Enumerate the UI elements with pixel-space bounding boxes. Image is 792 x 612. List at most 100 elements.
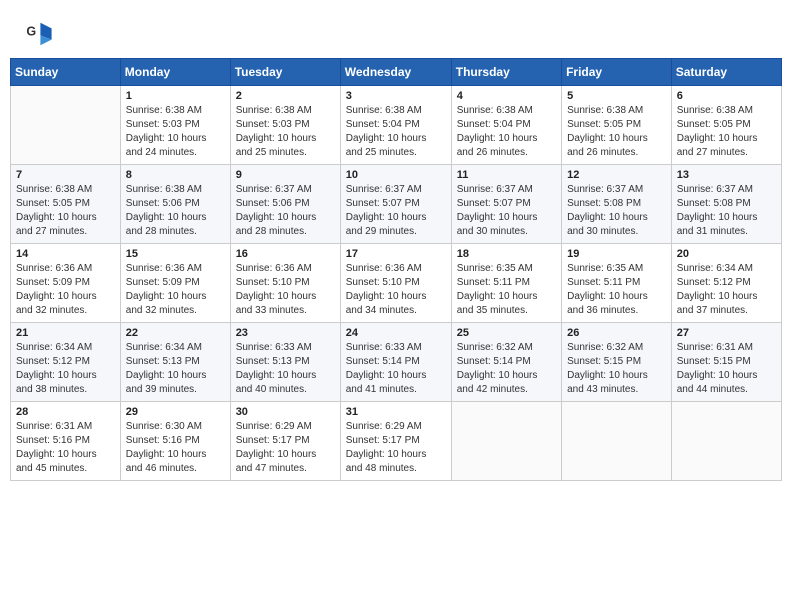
day-info: Sunrise: 6:29 AM Sunset: 5:17 PM Dayligh… bbox=[236, 420, 335, 476]
day-number: 26 bbox=[567, 327, 666, 339]
calendar-cell: 4Sunrise: 6:38 AM Sunset: 5:04 PM Daylig… bbox=[451, 86, 561, 165]
svg-text:G: G bbox=[26, 24, 36, 38]
page-header: G bbox=[10, 10, 782, 53]
day-number: 30 bbox=[236, 406, 335, 418]
calendar-week-row: 1 Sunrise: 6:38 AM Sunset: 5:03 PM Daylig… bbox=[11, 86, 782, 165]
day-number: 25 bbox=[457, 327, 556, 339]
calendar-cell: 22Sunrise: 6:34 AM Sunset: 5:13 PM Dayli… bbox=[120, 323, 230, 402]
calendar-cell: 17 Sunrise: 6:36 AM Sunset: 5:10 PM Dayli… bbox=[340, 244, 451, 323]
calendar-cell: 31 Sunrise: 6:29 AM Sunset: 5:17 PM Dayli… bbox=[340, 402, 451, 481]
calendar-week-row: 28 Sunrise: 6:31 AM Sunset: 5:16 PM Dayli… bbox=[11, 402, 782, 481]
day-info: Sunrise: 6:32 AM Sunset: 5:15 PM Dayligh… bbox=[567, 341, 666, 397]
logo-icon: G bbox=[25, 20, 53, 48]
day-number: 15 bbox=[126, 248, 225, 260]
calendar-table: SundayMondayTuesdayWednesdayThursdayFrid… bbox=[10, 58, 782, 481]
calendar-cell: 24Sunrise: 6:33 AM Sunset: 5:14 PM Dayli… bbox=[340, 323, 451, 402]
day-info: Sunrise: 6:34 AM Sunset: 5:12 PM Dayligh… bbox=[677, 262, 776, 318]
day-info: Sunrise: 6:36 AM Sunset: 5:09 PM Dayligh… bbox=[126, 262, 225, 318]
day-info: Sunrise: 6:37 AM Sunset: 5:06 PM Dayligh… bbox=[236, 183, 335, 239]
logo: G bbox=[25, 20, 57, 48]
day-info: Sunrise: 6:37 AM Sunset: 5:08 PM Dayligh… bbox=[677, 183, 776, 239]
day-number: 7 bbox=[16, 169, 115, 181]
day-number: 23 bbox=[236, 327, 335, 339]
day-info: Sunrise: 6:33 AM Sunset: 5:13 PM Dayligh… bbox=[236, 341, 335, 397]
calendar-week-row: 7Sunrise: 6:38 AM Sunset: 5:05 PM Daylig… bbox=[11, 165, 782, 244]
calendar-cell: 16 Sunrise: 6:36 AM Sunset: 5:10 PM Dayli… bbox=[230, 244, 340, 323]
day-info: Sunrise: 6:31 AM Sunset: 5:16 PM Dayligh… bbox=[16, 420, 115, 476]
calendar-cell: 11 Sunrise: 6:37 AM Sunset: 5:07 PM Dayli… bbox=[451, 165, 561, 244]
day-number: 8 bbox=[126, 169, 225, 181]
day-info: Sunrise: 6:38 AM Sunset: 5:03 PM Dayligh… bbox=[126, 104, 225, 160]
calendar-cell: 29 Sunrise: 6:30 AM Sunset: 5:16 PM Dayli… bbox=[120, 402, 230, 481]
header-day-saturday: Saturday bbox=[671, 59, 781, 86]
day-info: Sunrise: 6:38 AM Sunset: 5:04 PM Dayligh… bbox=[457, 104, 556, 160]
day-info: Sunrise: 6:34 AM Sunset: 5:12 PM Dayligh… bbox=[16, 341, 115, 397]
day-number: 29 bbox=[126, 406, 225, 418]
calendar-cell: 15 Sunrise: 6:36 AM Sunset: 5:09 PM Dayli… bbox=[120, 244, 230, 323]
day-info: Sunrise: 6:38 AM Sunset: 5:06 PM Dayligh… bbox=[126, 183, 225, 239]
calendar-cell: 18 Sunrise: 6:35 AM Sunset: 5:11 PM Dayli… bbox=[451, 244, 561, 323]
day-number: 9 bbox=[236, 169, 335, 181]
day-number: 22 bbox=[126, 327, 225, 339]
calendar-cell: 12Sunrise: 6:37 AM Sunset: 5:08 PM Dayli… bbox=[562, 165, 672, 244]
calendar-cell: 9 Sunrise: 6:37 AM Sunset: 5:06 PM Daylig… bbox=[230, 165, 340, 244]
day-number: 18 bbox=[457, 248, 556, 260]
day-info: Sunrise: 6:37 AM Sunset: 5:07 PM Dayligh… bbox=[346, 183, 446, 239]
day-number: 31 bbox=[346, 406, 446, 418]
header-day-wednesday: Wednesday bbox=[340, 59, 451, 86]
calendar-week-row: 21 Sunrise: 6:34 AM Sunset: 5:12 PM Dayli… bbox=[11, 323, 782, 402]
day-number: 3 bbox=[346, 90, 446, 102]
calendar-cell: 2Sunrise: 6:38 AM Sunset: 5:03 PM Daylig… bbox=[230, 86, 340, 165]
day-number: 19 bbox=[567, 248, 666, 260]
day-number: 1 bbox=[126, 90, 225, 102]
calendar-week-row: 14Sunrise: 6:36 AM Sunset: 5:09 PM Dayli… bbox=[11, 244, 782, 323]
day-number: 16 bbox=[236, 248, 335, 260]
calendar-header-row: SundayMondayTuesdayWednesdayThursdayFrid… bbox=[11, 59, 782, 86]
calendar-cell: 5 Sunrise: 6:38 AM Sunset: 5:05 PM Daylig… bbox=[562, 86, 672, 165]
calendar-cell: 23 Sunrise: 6:33 AM Sunset: 5:13 PM Dayli… bbox=[230, 323, 340, 402]
day-info: Sunrise: 6:35 AM Sunset: 5:11 PM Dayligh… bbox=[457, 262, 556, 318]
calendar-cell bbox=[11, 86, 121, 165]
calendar-cell: 6Sunrise: 6:38 AM Sunset: 5:05 PM Daylig… bbox=[671, 86, 781, 165]
day-number: 20 bbox=[677, 248, 776, 260]
header-day-sunday: Sunday bbox=[11, 59, 121, 86]
calendar-cell: 26 Sunrise: 6:32 AM Sunset: 5:15 PM Dayli… bbox=[562, 323, 672, 402]
day-number: 10 bbox=[346, 169, 446, 181]
day-info: Sunrise: 6:38 AM Sunset: 5:03 PM Dayligh… bbox=[236, 104, 335, 160]
calendar-cell: 10 Sunrise: 6:37 AM Sunset: 5:07 PM Dayli… bbox=[340, 165, 451, 244]
day-info: Sunrise: 6:36 AM Sunset: 5:10 PM Dayligh… bbox=[236, 262, 335, 318]
header-day-thursday: Thursday bbox=[451, 59, 561, 86]
day-info: Sunrise: 6:38 AM Sunset: 5:05 PM Dayligh… bbox=[677, 104, 776, 160]
calendar-cell: 21 Sunrise: 6:34 AM Sunset: 5:12 PM Dayli… bbox=[11, 323, 121, 402]
calendar-cell: 14Sunrise: 6:36 AM Sunset: 5:09 PM Dayli… bbox=[11, 244, 121, 323]
day-info: Sunrise: 6:37 AM Sunset: 5:07 PM Dayligh… bbox=[457, 183, 556, 239]
day-info: Sunrise: 6:29 AM Sunset: 5:17 PM Dayligh… bbox=[346, 420, 446, 476]
calendar-cell: 3 Sunrise: 6:38 AM Sunset: 5:04 PM Daylig… bbox=[340, 86, 451, 165]
day-number: 24 bbox=[346, 327, 446, 339]
calendar-cell: 30 Sunrise: 6:29 AM Sunset: 5:17 PM Dayli… bbox=[230, 402, 340, 481]
calendar-cell bbox=[562, 402, 672, 481]
calendar-cell: 20 Sunrise: 6:34 AM Sunset: 5:12 PM Dayli… bbox=[671, 244, 781, 323]
day-info: Sunrise: 6:38 AM Sunset: 5:05 PM Dayligh… bbox=[567, 104, 666, 160]
day-number: 21 bbox=[16, 327, 115, 339]
day-number: 11 bbox=[457, 169, 556, 181]
day-number: 27 bbox=[677, 327, 776, 339]
calendar-cell: 19Sunrise: 6:35 AM Sunset: 5:11 PM Dayli… bbox=[562, 244, 672, 323]
calendar-body: 1 Sunrise: 6:38 AM Sunset: 5:03 PM Daylig… bbox=[11, 86, 782, 481]
header-day-tuesday: Tuesday bbox=[230, 59, 340, 86]
day-info: Sunrise: 6:38 AM Sunset: 5:04 PM Dayligh… bbox=[346, 104, 446, 160]
day-number: 5 bbox=[567, 90, 666, 102]
day-info: Sunrise: 6:30 AM Sunset: 5:16 PM Dayligh… bbox=[126, 420, 225, 476]
day-number: 28 bbox=[16, 406, 115, 418]
day-info: Sunrise: 6:32 AM Sunset: 5:14 PM Dayligh… bbox=[457, 341, 556, 397]
header-day-monday: Monday bbox=[120, 59, 230, 86]
calendar-cell: 28 Sunrise: 6:31 AM Sunset: 5:16 PM Dayli… bbox=[11, 402, 121, 481]
calendar-cell: 7Sunrise: 6:38 AM Sunset: 5:05 PM Daylig… bbox=[11, 165, 121, 244]
day-info: Sunrise: 6:37 AM Sunset: 5:08 PM Dayligh… bbox=[567, 183, 666, 239]
calendar-cell: 25 Sunrise: 6:32 AM Sunset: 5:14 PM Dayli… bbox=[451, 323, 561, 402]
calendar-cell: 27 Sunrise: 6:31 AM Sunset: 5:15 PM Dayli… bbox=[671, 323, 781, 402]
calendar-cell bbox=[451, 402, 561, 481]
day-number: 17 bbox=[346, 248, 446, 260]
day-info: Sunrise: 6:36 AM Sunset: 5:10 PM Dayligh… bbox=[346, 262, 446, 318]
day-info: Sunrise: 6:31 AM Sunset: 5:15 PM Dayligh… bbox=[677, 341, 776, 397]
